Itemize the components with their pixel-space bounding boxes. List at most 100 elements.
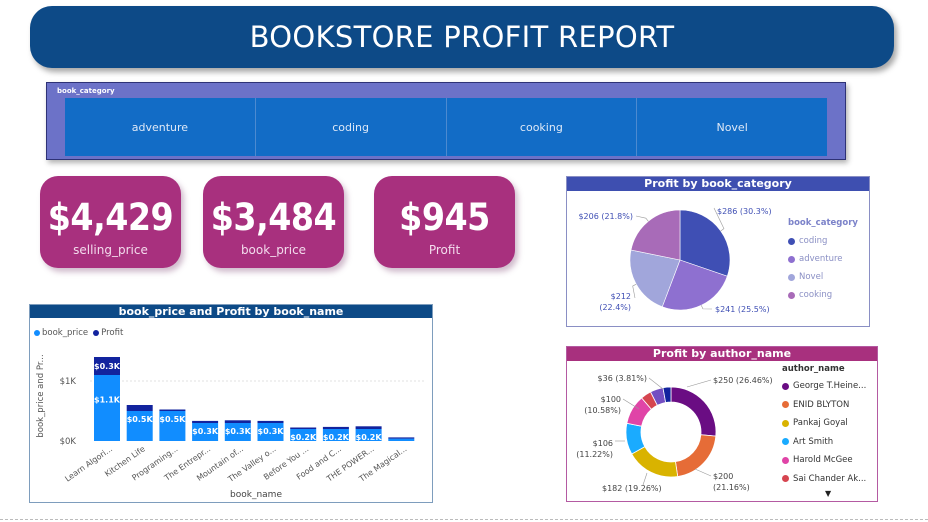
legend-label: coding (799, 236, 828, 246)
legend-label: George T.Heine... (793, 381, 867, 392)
slicer-item-cooking[interactable]: cooking (446, 98, 638, 156)
bar-data-label: $0.3K (192, 427, 219, 436)
legend-item-george[interactable]: George T.Heine... (782, 377, 866, 396)
y-tick-0k: $0K (60, 437, 77, 447)
slicer-item-novel[interactable]: Novel (637, 98, 827, 156)
bar-x-axis-label: book_name (230, 490, 282, 500)
bar-data-label: $0.5K (127, 415, 154, 424)
bar-profit[interactable] (126, 405, 153, 411)
legend-item-sai[interactable]: Sai Chander Ak... (782, 470, 866, 489)
bar-data-label: $0.2K (290, 433, 317, 442)
pie-chart-panel[interactable]: Profit by book_category $286 (30.3%) $241… (566, 176, 870, 327)
donut-chart: $250 (26.46%) $200 (21.16%) $182 (19.26%) $1… (576, 374, 773, 493)
bar-profit[interactable] (322, 426, 349, 429)
donut-chart-title: Profit by author_name (567, 347, 877, 361)
donut-data-label: $182 (19.26%) (602, 484, 662, 493)
kpi-label: Profit (428, 243, 461, 257)
legend-dot-icon (782, 475, 789, 483)
pie-label-coding: $286 (30.3%) (717, 207, 772, 216)
bar-y-axis-label: book_price and Pr... (36, 354, 46, 437)
slicer-item-coding[interactable]: coding (255, 98, 447, 156)
legend-label: adventure (799, 254, 843, 264)
bar-profit[interactable] (192, 420, 219, 423)
legend-item-enid[interactable]: ENID BLYTON (782, 396, 866, 415)
donut-data-label: (11.22%) (576, 450, 613, 459)
bar-chart: book_price and Pr...$0K$1K$1.1K$0.3KLear… (36, 354, 425, 500)
pie-label-adventure: $241 (25.5%) (715, 305, 770, 314)
pie-legend: coding adventure Novel cooking (788, 232, 843, 304)
donut-leader-line (694, 468, 712, 477)
kpi-label: book_price (240, 243, 307, 257)
donut-leader-line (648, 377, 664, 390)
pie-leader-line (700, 305, 713, 310)
kpi-card-book-price: $3,484 book_price (203, 176, 344, 268)
bar-data-label: $1.1K (94, 396, 121, 405)
report-title: BOOKSTORE PROFIT REPORT (30, 6, 894, 68)
legend-item-adventure[interactable]: adventure (788, 250, 843, 268)
donut-slice[interactable] (631, 446, 679, 478)
bar-data-label: $0.3K (225, 427, 252, 436)
pie-leader-line (635, 215, 649, 222)
legend-scroll-down-icon[interactable]: ▼ (825, 489, 831, 498)
legend-item-cooking[interactable]: cooking (788, 286, 843, 304)
kpi-card-selling-price: $4,429 selling_price (40, 176, 181, 268)
legend-item-pankaj[interactable]: Pankaj Goyal (782, 414, 866, 433)
pie-label-cooking: $206 (21.8%) (578, 212, 633, 221)
donut-data-label: $106 (593, 439, 613, 448)
bar-data-label: $0.3K (258, 427, 285, 436)
bar-profit[interactable] (355, 426, 382, 429)
legend-dot-icon (788, 255, 795, 263)
legend-item-novel[interactable]: Novel (788, 268, 843, 286)
legend-label: Pankaj Goyal (793, 418, 848, 429)
pie-chart-title: Profit by book_category (567, 177, 869, 191)
bar-data-label: $0.2K (323, 433, 350, 442)
donut-data-label: $100 (601, 395, 621, 404)
legend-item-coding[interactable]: coding (788, 232, 843, 250)
bar-data-label: $0.3K (94, 362, 121, 371)
donut-slice[interactable] (670, 386, 717, 437)
book-category-slicer: book_category adventure coding cooking N… (46, 82, 846, 160)
bar-profit[interactable] (159, 409, 186, 412)
legend-dot-icon (782, 438, 789, 446)
donut-data-label: $36 (3.81%) (598, 374, 647, 383)
bar-profit[interactable] (290, 427, 317, 430)
kpi-value: $945 (399, 196, 490, 239)
donut-data-label: $200 (713, 472, 733, 481)
kpi-value: $4,429 (47, 196, 174, 239)
legend-dot-icon (788, 237, 795, 245)
donut-data-label: (21.16%) (713, 483, 750, 492)
bar-profit[interactable] (224, 420, 251, 423)
bar-book-price[interactable] (388, 438, 415, 441)
legend-dot-icon (788, 291, 795, 299)
slicer-items: adventure coding cooking Novel (65, 98, 827, 156)
donut-legend-title: author_name (782, 364, 845, 374)
donut-data-label: $250 (26.46%) (713, 376, 773, 385)
bar-profit[interactable] (257, 420, 284, 423)
legend-item-art[interactable]: Art Smith (782, 433, 866, 452)
legend-item-harold[interactable]: Harold McGee (782, 451, 866, 470)
bar-profit[interactable] (388, 437, 415, 439)
kpi-label: selling_price (73, 243, 148, 257)
slicer-item-adventure[interactable]: adventure (65, 98, 256, 156)
legend-label: Art Smith (793, 436, 834, 447)
kpi-card-profit: $945 Profit (374, 176, 515, 268)
y-tick-1k: $1K (60, 377, 77, 387)
bar-chart-panel[interactable]: book_price and Profit by book_name book_… (29, 304, 433, 503)
legend-dot-icon (782, 456, 789, 464)
pie-leader-line (632, 283, 637, 299)
bar-data-label: $0.2K (356, 433, 383, 442)
legend-dot-icon (782, 419, 789, 427)
bar-data-label: $0.5K (159, 415, 186, 424)
legend-label: ENID BLYTON (793, 399, 850, 410)
legend-label: cooking (799, 290, 833, 300)
donut-data-label: (10.58%) (584, 406, 621, 415)
pie-label-novel: $212 (611, 292, 631, 301)
donut-slice[interactable] (675, 434, 717, 477)
legend-label: Harold McGee (793, 455, 853, 466)
donut-chart-panel[interactable]: Profit by author_name $250 (26.46%) $200 (… (566, 346, 878, 502)
page-divider (0, 519, 928, 520)
pie-label-novel-pct: (22.4%) (599, 303, 631, 312)
legend-dot-icon (782, 382, 789, 390)
kpi-value: $3,484 (210, 196, 337, 239)
bar-book-price[interactable] (94, 375, 120, 441)
